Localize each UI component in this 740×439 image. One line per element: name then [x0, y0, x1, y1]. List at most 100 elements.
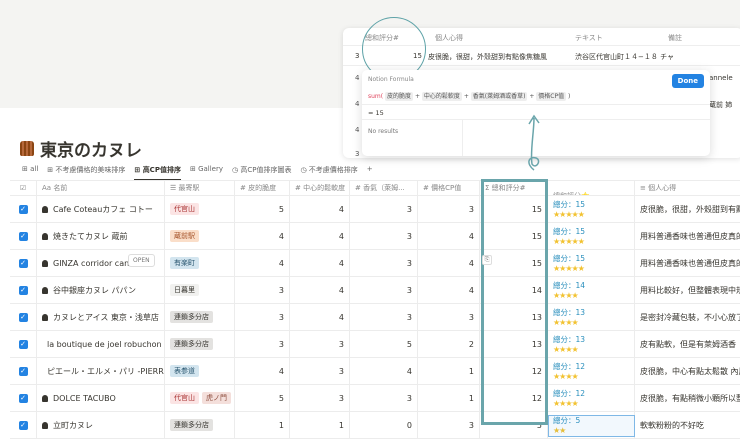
softness-cell[interactable]: 4 [290, 277, 350, 303]
star-score-cell[interactable]: 總分：15 ★★★★★ [548, 196, 635, 222]
softness-cell[interactable]: 4 [290, 223, 350, 249]
price-cp-cell[interactable]: 2 [418, 331, 480, 357]
sum-score-cell[interactable]: 13 [480, 304, 548, 330]
checkbox-checked[interactable]: ✓ [18, 366, 28, 376]
tab-3[interactable]: ⊞ Gallery [190, 164, 223, 181]
price-cp-cell[interactable]: 3 [418, 304, 480, 330]
column-header-6[interactable]: Σ 總和評分# [480, 181, 548, 195]
name-cell[interactable]: Cafe Coteauカフェ コトー [37, 196, 165, 222]
open-button[interactable]: OPEN [128, 254, 155, 267]
aroma-cell[interactable]: 3 [350, 385, 418, 411]
station-cell[interactable]: 蔵前駅 [165, 223, 235, 249]
star-score-cell[interactable]: 總分：15 ★★★★★ [548, 250, 635, 276]
checkbox-checked[interactable]: ✓ [18, 393, 28, 403]
row-checkbox[interactable]: ✓ [10, 385, 37, 411]
note-cell[interactable]: 用料普通香味也普通但皮真的很 [635, 250, 740, 276]
station-cell[interactable]: 日暮里 [165, 277, 235, 303]
price-cp-cell[interactable]: 3 [418, 412, 480, 438]
row-checkbox[interactable]: ✓ [10, 358, 37, 384]
column-header-8[interactable]: ≡ 個人心得 [635, 181, 740, 195]
row-checkbox[interactable]: ✓ [10, 196, 37, 222]
column-header-3[interactable]: # 中心的鬆軟度 [290, 181, 350, 195]
select-all-checkbox[interactable]: ☑ [10, 181, 37, 195]
formula-input[interactable]: sum( 皮的脆度 + 中心的鬆軟度 + 香氣(萊姆酒或香草) + 價格CP值 … [368, 91, 570, 101]
station-cell[interactable]: 代官山 虎ノ門 [165, 385, 235, 411]
note-cell[interactable]: 是密封冷藏包裝，不小心放了兩 [635, 304, 740, 330]
column-header-4[interactable]: # 香氣（萊姆... [350, 181, 418, 195]
crispness-cell[interactable]: 5 [235, 385, 290, 411]
softness-cell[interactable]: 3 [290, 358, 350, 384]
aroma-cell[interactable]: 4 [350, 358, 418, 384]
tab-5[interactable]: ◷ 不考慮價格排序 [300, 164, 357, 181]
softness-cell[interactable]: 3 [290, 331, 350, 357]
name-cell[interactable]: 谷中銀座カヌレ パパン [37, 277, 165, 303]
checkbox-checked[interactable]: ✓ [18, 204, 28, 214]
softness-cell[interactable]: 4 [290, 304, 350, 330]
star-score-cell[interactable]: 總分：12 ★★★★ [548, 385, 635, 411]
aroma-cell[interactable]: 5 [350, 331, 418, 357]
note-cell[interactable]: 皮很脆，中心有點太鬆散 內用是 [635, 358, 740, 384]
sum-score-cell[interactable]: 15 [480, 196, 548, 222]
crispness-cell[interactable]: 5 [235, 196, 290, 222]
note-cell[interactable]: 皮很脆，有點稍微小顆所以整體 [635, 385, 740, 411]
column-header-5[interactable]: # 價格CP值 [418, 181, 480, 195]
name-cell[interactable]: カヌレとアイス 東京・浅草店 [37, 304, 165, 330]
tab-4[interactable]: ◷ 高CP值排序圖表 [232, 164, 291, 181]
sum-score-cell[interactable]: 13 [480, 331, 548, 357]
name-cell[interactable]: ピエール・エルメ・パリ -PIERRE HERMÉ [37, 358, 165, 384]
aroma-cell[interactable]: 3 [350, 277, 418, 303]
note-cell[interactable]: 用料比較好，但整體表現中規中 [635, 277, 740, 303]
price-cp-cell[interactable]: 3 [418, 196, 480, 222]
station-cell[interactable]: 有楽町 [165, 250, 235, 276]
done-button[interactable]: Done [671, 74, 704, 88]
note-cell[interactable]: 皮有點軟，但是有萊姆酒香 [635, 331, 740, 357]
station-cell[interactable]: 表参道 [165, 358, 235, 384]
sum-score-cell[interactable]: 12 [480, 358, 548, 384]
row-checkbox[interactable]: ✓ [10, 412, 37, 438]
tab-6[interactable]: + [367, 164, 373, 181]
checkbox-checked[interactable]: ✓ [18, 312, 28, 322]
star-score-cell[interactable]: 總分：12 ★★★★ [548, 358, 635, 384]
note-cell[interactable]: 軟軟粉粉的不好吃 [635, 412, 740, 438]
sum-score-cell[interactable]: 12 [480, 385, 548, 411]
aroma-cell[interactable]: 3 [350, 196, 418, 222]
sum-score-cell[interactable]: 5 [480, 412, 548, 438]
crispness-cell[interactable]: 3 [235, 277, 290, 303]
crispness-cell[interactable]: 4 [235, 358, 290, 384]
note-cell[interactable]: 用料普通香味也普通但皮真的很 [635, 223, 740, 249]
name-cell[interactable]: 立町カヌレ [37, 412, 165, 438]
checkbox-checked[interactable]: ✓ [18, 231, 28, 241]
softness-cell[interactable]: 3 [290, 385, 350, 411]
tab-0[interactable]: ⊞ all [22, 164, 38, 181]
sum-score-cell[interactable]: 14 [480, 277, 548, 303]
row-checkbox[interactable]: ✓ [10, 331, 37, 357]
checkbox-checked[interactable]: ✓ [18, 258, 28, 268]
checkbox-checked[interactable]: ✓ [18, 420, 28, 430]
tab-1[interactable]: ⊞ 不考慮價格的美味排序 [47, 164, 125, 181]
name-cell[interactable]: DOLCE TACUBO [37, 385, 165, 411]
checkbox-checked[interactable]: ✓ [18, 285, 28, 295]
star-score-cell[interactable]: 總分：13 ★★★★ [548, 304, 635, 330]
crispness-cell[interactable]: 4 [235, 250, 290, 276]
price-cp-cell[interactable]: 4 [418, 277, 480, 303]
aroma-cell[interactable]: 3 [350, 223, 418, 249]
station-cell[interactable]: 連鎖多分店 [165, 412, 235, 438]
softness-cell[interactable]: 1 [290, 412, 350, 438]
price-cp-cell[interactable]: 4 [418, 223, 480, 249]
column-header-0[interactable]: Aa 名前 [37, 181, 165, 195]
name-cell[interactable]: 焼きたてカヌレ 蔵前 [37, 223, 165, 249]
row-checkbox[interactable]: ✓ [10, 277, 37, 303]
star-score-cell[interactable]: 總分：13 ★★★★ [548, 331, 635, 357]
column-header-1[interactable]: ☰ 最寄駅 [165, 181, 235, 195]
tab-2[interactable]: ⊞ 高CP值排序 [134, 164, 181, 181]
note-cell[interactable]: 皮很脆，很甜，外殼甜到有點像焦糖風 [635, 196, 740, 222]
softness-cell[interactable]: 4 [290, 250, 350, 276]
row-checkbox[interactable]: ✓ [10, 223, 37, 249]
aroma-cell[interactable]: 0 [350, 412, 418, 438]
softness-cell[interactable]: 4 [290, 196, 350, 222]
column-header-2[interactable]: # 皮的脆度 [235, 181, 290, 195]
crispness-cell[interactable]: 1 [235, 412, 290, 438]
station-cell[interactable]: 連鎖多分店 [165, 331, 235, 357]
checkbox-checked[interactable]: ✓ [18, 339, 28, 349]
star-score-cell[interactable]: 總分：15 ★★★★★ [548, 223, 635, 249]
